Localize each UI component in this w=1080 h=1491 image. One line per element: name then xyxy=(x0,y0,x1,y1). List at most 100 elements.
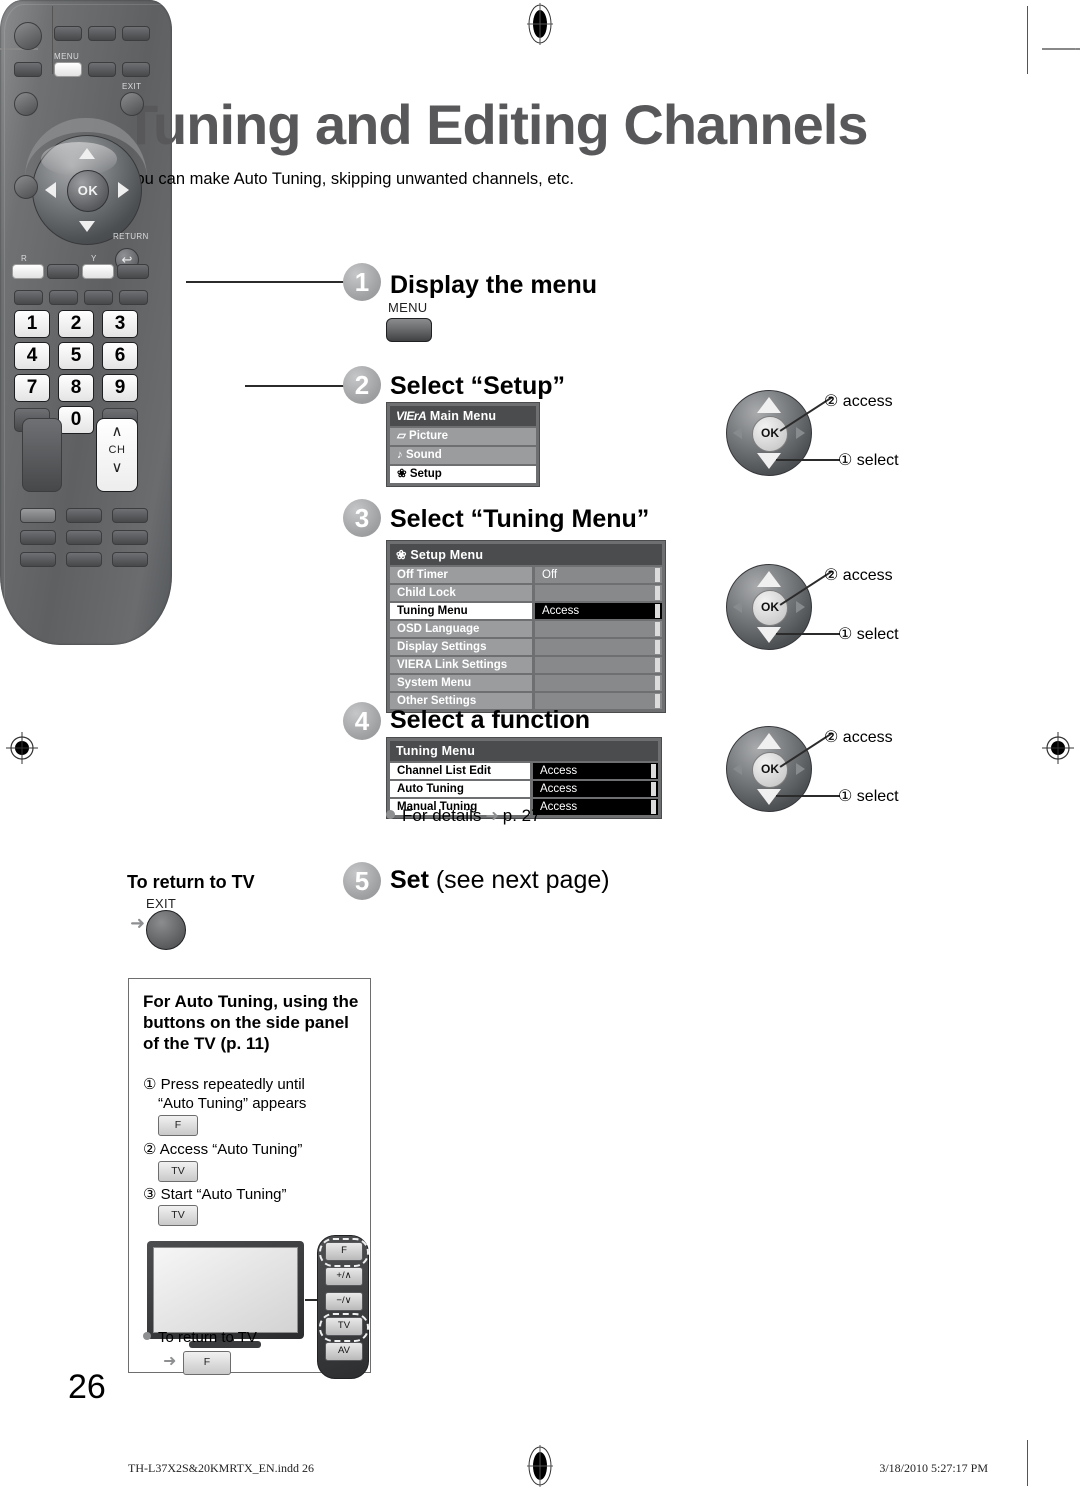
nav-select-note-2: ① select xyxy=(838,626,899,643)
registration-mark-bottom xyxy=(527,1445,553,1487)
setup-menu-osd: ❀ Setup Menu Off Timer Off Child Lock Tu… xyxy=(386,540,666,713)
remote-color-button-r xyxy=(12,264,44,279)
menu-key-graphic xyxy=(386,318,432,342)
bullet-dot-icon xyxy=(386,810,395,819)
nav-access-note-3: ② access xyxy=(824,729,893,746)
setup-row-child-lock[interactable]: Child Lock xyxy=(390,585,662,601)
footer-timestamp: 3/18/2010 5:27:17 PM xyxy=(879,1461,988,1475)
setup-label-display-settings: Display Settings xyxy=(390,639,532,655)
remote-number-1: 1 xyxy=(14,310,50,338)
setup-row-viera-link-settings[interactable]: VIERA Link Settings xyxy=(390,657,662,673)
remote-function-button-1 xyxy=(14,290,43,305)
page-number: 26 xyxy=(68,1368,106,1406)
setup-row-display-settings[interactable]: Display Settings xyxy=(390,639,662,655)
page-title: Tuning and Editing Channels xyxy=(124,93,868,156)
step-badge-2: 2 xyxy=(343,366,381,404)
remote-number-9: 9 xyxy=(102,374,138,402)
crop-mark-top-right xyxy=(1027,6,1028,74)
setup-value-system-menu xyxy=(535,675,662,691)
step-badge-4: 4 xyxy=(343,702,381,740)
remote-top-button-2 xyxy=(88,26,116,41)
for-details-note: For details ➜ p. 27 xyxy=(386,806,541,826)
remote-bottom-button-5 xyxy=(66,530,102,545)
remote-left-arrow-icon xyxy=(45,182,56,198)
nav-left-arrow-icon xyxy=(733,601,742,613)
nav-down-arrow-icon xyxy=(757,789,781,805)
remote-return-label: RETURN xyxy=(113,232,149,241)
nav-ok-button: OK xyxy=(752,590,788,626)
setup-icon: ❀ xyxy=(396,548,411,562)
nav-up-arrow-icon xyxy=(757,397,781,413)
remote-number-7: 7 xyxy=(14,374,50,402)
nav-left-arrow-icon xyxy=(733,427,742,439)
nav-left-arrow-icon xyxy=(733,763,742,775)
tv-side-key-av: AV xyxy=(325,1342,363,1361)
side-return-arrow-icon: ➜ xyxy=(163,1353,177,1370)
setup-label-tuning-menu: Tuning Menu xyxy=(390,603,532,619)
tv-side-key-tv: TV xyxy=(325,1317,363,1336)
remote-up-arrow-icon xyxy=(79,148,95,159)
setup-label-system-menu: System Menu xyxy=(390,675,532,691)
setup-icon-and-label: ❀ Setup xyxy=(390,466,536,483)
remote-down-arrow-icon xyxy=(79,221,95,232)
tuning-row-channel-list-edit[interactable]: Channel List Edit Access xyxy=(390,763,658,779)
remote-bottom-button-6 xyxy=(112,530,148,545)
setup-label-osd-language: OSD Language xyxy=(390,621,532,637)
step1-key-label: MENU xyxy=(388,300,428,315)
nav-right-arrow-icon xyxy=(796,601,805,613)
tuning-label-auto-tuning: Auto Tuning xyxy=(390,781,530,797)
tuning-row-auto-tuning[interactable]: Auto Tuning Access xyxy=(390,781,658,797)
side-return-key: F xyxy=(183,1351,231,1375)
nav-access-note-1: ② access xyxy=(824,393,893,410)
main-menu-row-sound[interactable]: ♪ Sound xyxy=(390,447,536,464)
setup-value-off-timer: Off xyxy=(535,567,662,583)
nav-down-arrow-icon xyxy=(757,453,781,469)
tuning-value-channel-list-edit: Access xyxy=(533,763,658,779)
tv-illustration: F +/∧ −/∨ TV AV xyxy=(139,1235,369,1379)
nav-ok-button: OK xyxy=(752,752,788,788)
setup-menu-title: Setup Menu xyxy=(410,548,484,562)
nav-cluster-step4: OK xyxy=(726,726,812,812)
nav-select-note-1: ① select xyxy=(838,452,899,469)
crop-mark-top-left xyxy=(52,6,53,74)
setup-row-system-menu[interactable]: System Menu xyxy=(390,675,662,691)
remote-bottom-button-1 xyxy=(20,508,56,523)
remote-volume-rocker xyxy=(22,418,62,492)
main-menu-row-setup[interactable]: ❀ Setup xyxy=(390,466,536,483)
step-heading-1: Display the menu xyxy=(390,271,597,299)
side-return-note: To return to TV xyxy=(143,1329,257,1346)
side-step-2-key: TV xyxy=(158,1161,198,1182)
exit-key-label: EXIT xyxy=(146,896,177,911)
page-subtitle: You can make Auto Tuning, skipping unwan… xyxy=(126,170,574,188)
registration-mark-top xyxy=(527,3,553,45)
main-menu-label-picture: Picture xyxy=(409,430,449,442)
setup-row-tuning-menu[interactable]: Tuning Menu Access xyxy=(390,603,662,619)
side-panel-instructions-box: For Auto Tuning, using the buttons on th… xyxy=(128,978,371,1379)
nav-select-leader-2 xyxy=(776,633,840,635)
crop-mark-right-edge xyxy=(1042,48,1080,50)
nav-select-note-3: ① select xyxy=(838,788,899,805)
setup-label-off-timer: Off Timer xyxy=(390,567,532,583)
remote-ok-button: OK xyxy=(67,170,109,212)
remote-right-arrow-icon xyxy=(118,182,129,198)
nav-right-arrow-icon xyxy=(796,763,805,775)
remote-color-r-label: R xyxy=(21,254,28,263)
remote-bottom-button-3 xyxy=(112,508,148,523)
remote-ch-up-label: ∧ xyxy=(111,423,123,440)
side-step-1-key: F xyxy=(158,1115,198,1136)
remote-number-3: 3 xyxy=(102,310,138,338)
remote-button-row2-left xyxy=(14,62,42,77)
tv-side-panel: F +/∧ −/∨ TV AV xyxy=(317,1235,369,1379)
remote-exit-button xyxy=(120,92,144,116)
picture-icon: ▱ xyxy=(397,430,410,442)
remote-button-row2-r xyxy=(122,62,150,77)
setup-row-osd-language[interactable]: OSD Language xyxy=(390,621,662,637)
main-menu-row-picture[interactable]: ▱ Picture xyxy=(390,428,536,445)
setup-row-off-timer[interactable]: Off Timer Off xyxy=(390,567,662,583)
tv-body xyxy=(147,1241,304,1339)
remote-bottom-button-4 xyxy=(20,530,56,545)
side-step-3-key: TV xyxy=(158,1205,198,1226)
setup-menu-title-bar: ❀ Setup Menu xyxy=(390,544,662,565)
step-heading-4: Select a function xyxy=(390,706,591,734)
picture-icon-and-label: ▱ Picture xyxy=(390,428,536,445)
